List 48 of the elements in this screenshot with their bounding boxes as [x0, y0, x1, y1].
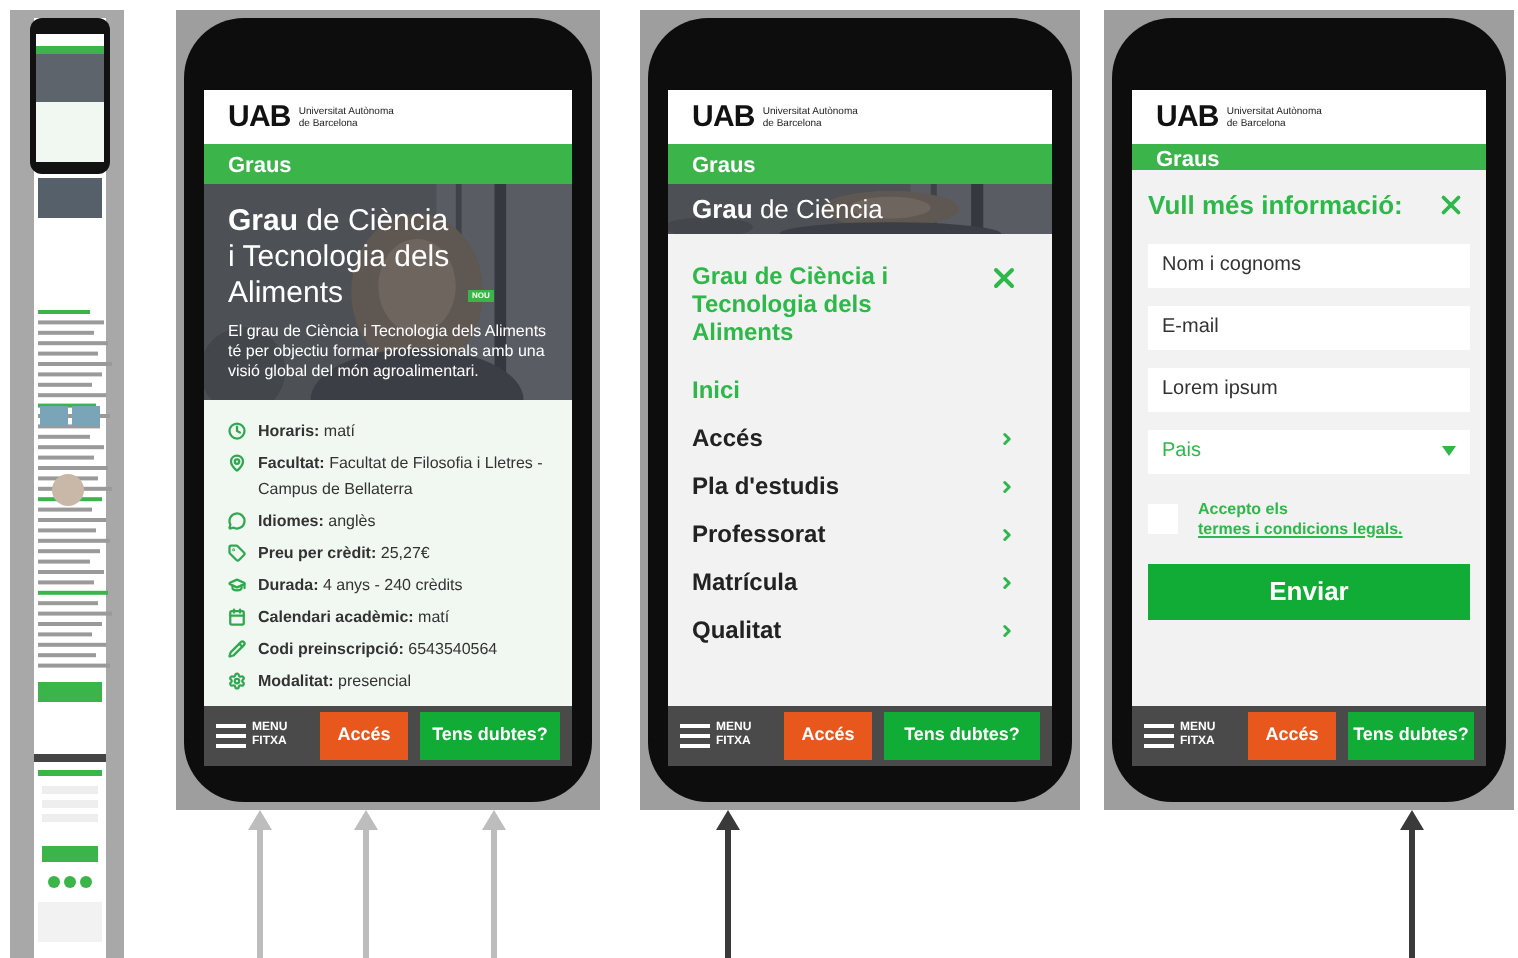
map-pin-icon [228, 454, 246, 472]
input-field[interactable]: Nom i cognoms [1148, 243, 1470, 287]
chevron-icon [998, 525, 1016, 543]
hero-title: Grau de Ciència i Tecnologia dels Aliments [228, 204, 452, 312]
menu-item[interactable]: Matrícula [692, 558, 1028, 606]
fact-text: Idiomes: anglès [258, 510, 376, 534]
menu-item[interactable]: Qualitat [692, 606, 1028, 654]
fact-text: Codi preinscripció: 6543540564 [258, 638, 498, 662]
close-icon[interactable] [988, 262, 1020, 294]
input-field[interactable]: E-mail [1148, 305, 1470, 349]
calendar-icon [228, 608, 246, 626]
speech-bubble-icon [228, 512, 246, 530]
menu-item[interactable]: Pla d'estudis [692, 462, 1028, 510]
caret-icon [1442, 446, 1456, 456]
chevron-icon [998, 573, 1016, 591]
section-bar: Graus [204, 144, 572, 184]
menu-item[interactable]: Accés [692, 414, 1028, 462]
fact-text: Horaris: matí [258, 420, 355, 444]
logo[interactable]: UAB [228, 102, 291, 132]
hero-description: El grau de Ciència i Tecnologia dels Aliments té per objectiu formar professionals amb una visió global del món agroalimentari. [228, 322, 548, 382]
menu-icon [1144, 724, 1174, 748]
section-bar: Graus [668, 144, 1052, 184]
menu-title: Grau de Ciència i Tecnologia dels Aliments [692, 262, 891, 346]
access-button[interactable]: Accés [1248, 712, 1336, 760]
chevron-icon [998, 477, 1016, 495]
menu-icon [680, 724, 710, 748]
form-title: Vull més informació: [1148, 188, 1403, 224]
menu-icon [216, 724, 246, 748]
chevron-icon [998, 429, 1016, 447]
fact-text: Modalitat: presencial [258, 670, 411, 694]
fact-text: Calendari acadèmic: matí [258, 606, 450, 630]
access-button[interactable]: Accés [784, 712, 872, 760]
pencil-icon [228, 640, 246, 658]
logo[interactable]: UAB [1156, 102, 1219, 132]
section-bar: Graus [1132, 144, 1486, 170]
hero-title: Grau de Ciència [692, 194, 883, 224]
clock-icon [228, 422, 246, 440]
graduation-cap-icon [228, 576, 246, 594]
fact-text: Preu per crèdit: 25,27€ [258, 542, 430, 566]
fact-text: Durada: 4 anys - 240 crèdits [258, 574, 463, 598]
gear-icon [228, 672, 246, 690]
chevron-icon [998, 621, 1016, 639]
access-button[interactable]: Accés [320, 712, 408, 760]
consent-text: Accepto els [1198, 499, 1290, 519]
input-field[interactable]: Lorem ipsum [1148, 367, 1470, 411]
tag-icon [228, 544, 246, 562]
logo[interactable]: UAB [692, 102, 755, 132]
menu-item[interactable]: Professorat [692, 510, 1028, 558]
